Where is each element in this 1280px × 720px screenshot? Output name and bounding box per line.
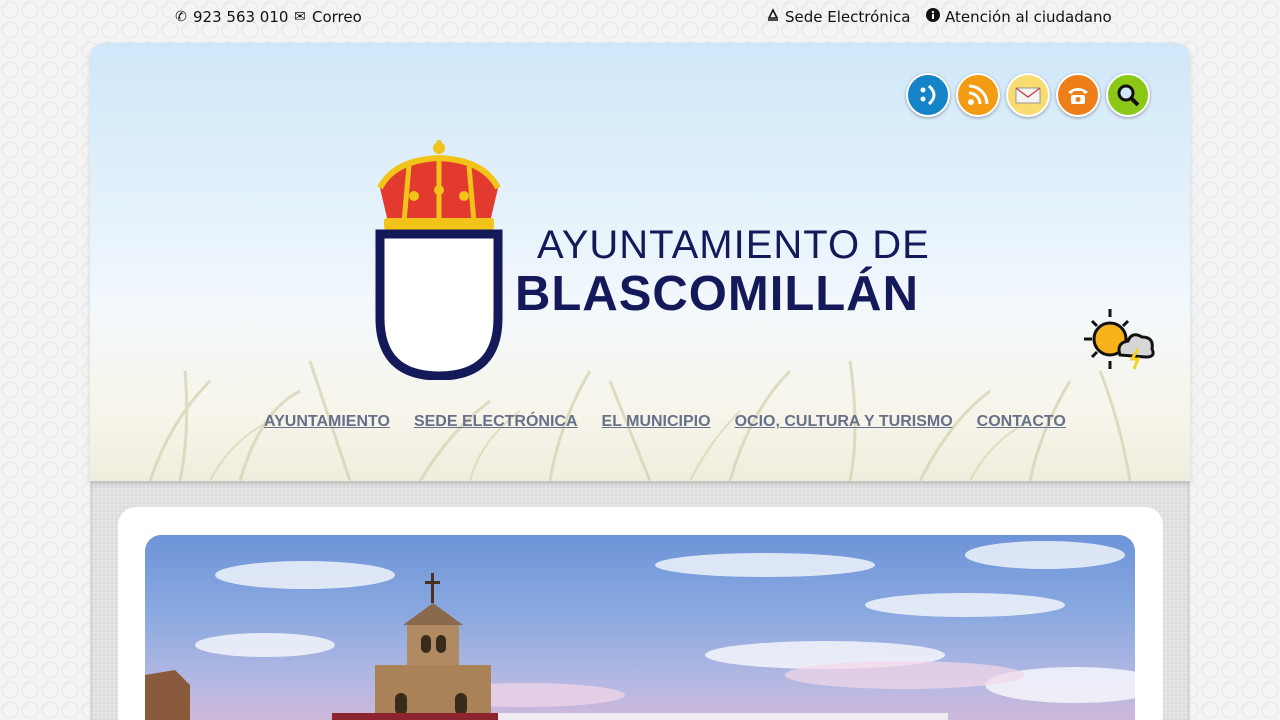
top-bar: ✆ 923 563 010 ✉ Correo Sede Electrónica …	[0, 0, 1280, 36]
accessibility-icon[interactable]	[906, 73, 950, 117]
search-icon[interactable]	[1106, 73, 1150, 117]
mail-link[interactable]: ✉ Correo	[292, 8, 362, 26]
nav-contacto[interactable]: CONTACTO	[977, 413, 1066, 431]
logo-text: AYUNTAMIENTO DE BLASCOMILLÁN	[515, 223, 930, 321]
stamp-icon	[765, 8, 781, 26]
logo-line-2: BLASCOMILLÁN	[515, 267, 919, 321]
sede-link[interactable]: Sede Electrónica	[765, 8, 910, 26]
nav-ocio-cultura-turismo[interactable]: OCIO, CULTURA Y TURISMO	[735, 413, 953, 431]
mail-icon[interactable]	[1006, 73, 1050, 117]
nav-el-municipio[interactable]: EL MUNICIPIO	[602, 413, 711, 431]
mail-label: Correo	[312, 8, 362, 26]
atencion-link[interactable]: Atención al ciudadano	[925, 8, 1112, 26]
nav-sede-electronica[interactable]: SEDE ELECTRÓNICA	[414, 413, 578, 431]
phone-number: 923 563 010	[193, 8, 289, 26]
rss-icon[interactable]	[956, 73, 1000, 117]
atencion-label: Atención al ciudadano	[945, 8, 1112, 26]
coat-of-arms	[375, 140, 503, 380]
social-buttons	[906, 73, 1150, 117]
phone-link[interactable]: ✆ 923 563 010	[173, 8, 288, 26]
envelope-icon: ✉	[294, 9, 306, 25]
grass-background	[148, 360, 1132, 481]
main-nav: AYUNTAMIENTO SEDE ELECTRÓNICA EL MUNICIP…	[264, 413, 1066, 431]
church-tower-image	[145, 541, 1135, 720]
sede-label: Sede Electrónica	[785, 8, 911, 26]
site-header: AYUNTAMIENTO DE BLASCOMILLÁN AYUNTAMIENT…	[90, 43, 1190, 481]
nav-ayuntamiento[interactable]: AYUNTAMIENTO	[264, 413, 390, 431]
logo-line-1: AYUNTAMIENTO DE	[537, 223, 930, 267]
weather-icon	[1084, 309, 1155, 370]
phone-icon[interactable]	[1056, 73, 1100, 117]
info-icon	[925, 8, 941, 26]
phone-icon: ✆	[175, 9, 187, 25]
hero-image	[145, 535, 1135, 720]
